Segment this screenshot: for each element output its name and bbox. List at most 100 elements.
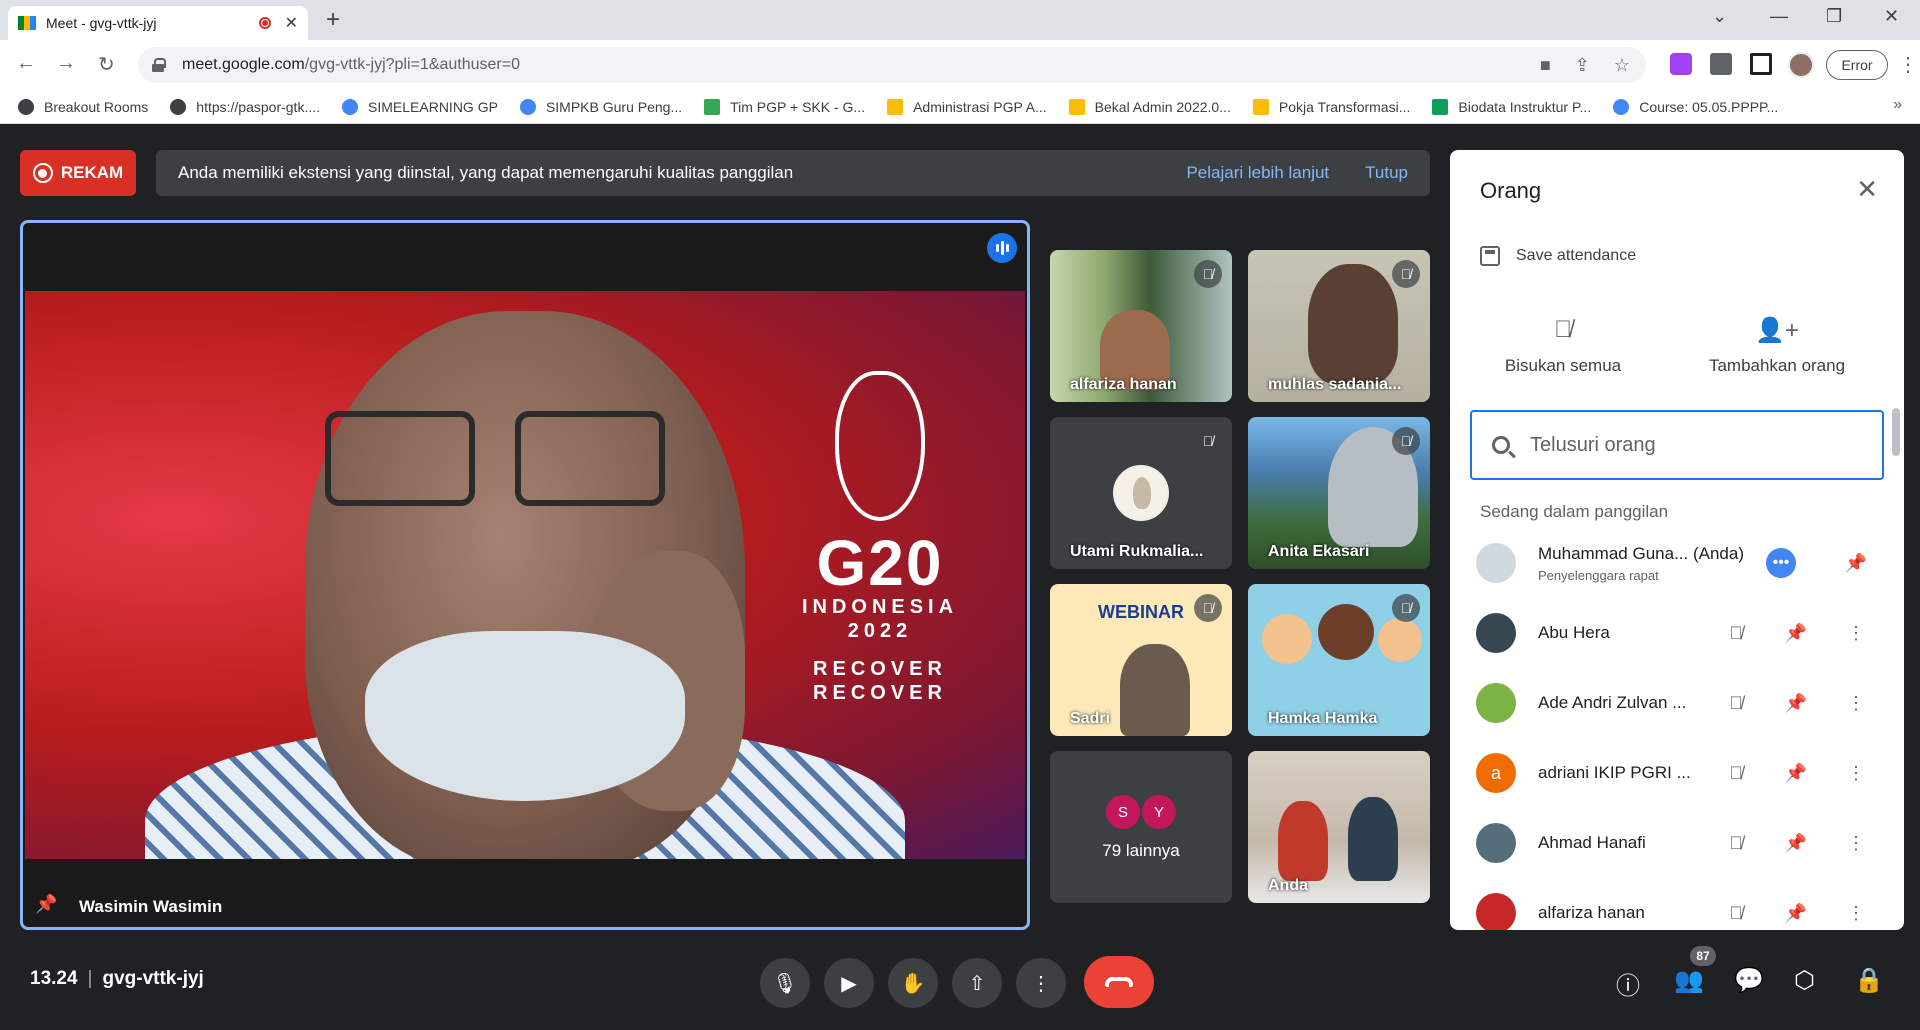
bookmark-item[interactable]: https://paspor-gtk.... [170, 98, 320, 115]
side-panel-icon[interactable] [1750, 53, 1772, 75]
self-view-tile[interactable]: Anda [1248, 751, 1430, 903]
camera-button[interactable]: ▶ [824, 958, 874, 1008]
scrollbar[interactable] [1892, 408, 1900, 456]
bookmark-item[interactable]: Pokja Transformasi... [1252, 98, 1410, 115]
avatar [1476, 893, 1516, 930]
save-attendance-button[interactable]: Save attendance [1480, 246, 1636, 266]
others-tile[interactable]: S Y 79 lainnya [1050, 751, 1232, 903]
forward-icon[interactable]: → [56, 52, 76, 75]
pin-icon[interactable]: 📌 [1826, 553, 1886, 574]
mic-off-icon: 🎙̸ [1194, 260, 1222, 288]
bookmark-item[interactable]: SIMPKB Guru Peng... [519, 98, 682, 115]
more-vert-icon[interactable]: ⋮ [1826, 833, 1886, 854]
more-options-icon[interactable]: ••• [1766, 548, 1796, 578]
bookmark-item[interactable]: Biodata Instruktur P... [1432, 98, 1591, 115]
restore-icon[interactable]: ❐ [1826, 6, 1842, 27]
more-vert-icon[interactable]: ⋮ [1826, 903, 1886, 924]
pin-icon[interactable]: 📌 [1766, 833, 1826, 854]
main-speaker-video[interactable]: G20 INDONESIA 2022 RECOVER RECOVER 📌 Was… [20, 220, 1030, 930]
bookmark-item[interactable]: Tim PGP + SKK - G... [704, 98, 865, 115]
participant-tile[interactable]: 🎙̸ Anita Ekasari [1248, 417, 1430, 569]
bookmark-item[interactable]: Bekal Admin 2022.0... [1068, 98, 1231, 115]
recording-indicator-icon [258, 17, 271, 29]
bookmark-item[interactable]: Administrasi PGP A... [887, 98, 1047, 115]
bookmark-item[interactable]: Breakout Rooms [18, 98, 148, 115]
bookmark-item[interactable]: SIMELEARNING GP [342, 98, 498, 115]
toolbar: ← → ↻ meet.google.com/gvg-vttk-jyj?pli=1… [0, 40, 1920, 90]
meeting-details-icon[interactable]: ⓘ [1616, 966, 1640, 1001]
more-vert-icon[interactable]: ⋮ [1826, 763, 1886, 784]
bookmark-icon [342, 98, 359, 115]
camera-permission-icon[interactable]: ■ [1540, 55, 1551, 76]
more-vert-icon[interactable]: ⋮ [1826, 623, 1886, 644]
avatar [1476, 823, 1516, 863]
participant-tile[interactable]: 🎙̸ Utami Rukmalia... [1050, 417, 1232, 569]
notice-close-button[interactable]: Tutup [1365, 163, 1408, 183]
mic-off-icon[interactable]: 🎙̸ [1706, 623, 1766, 644]
leave-call-button[interactable] [1084, 956, 1154, 1008]
participant-tile[interactable]: 🎙̸ muhlas sadania... [1248, 250, 1430, 402]
pin-icon[interactable]: 📌 [35, 894, 57, 915]
present-screen-button[interactable]: ⇧ [952, 958, 1002, 1008]
chat-icon[interactable]: 💬 [1734, 966, 1764, 995]
pin-icon[interactable]: 📌 [1766, 903, 1826, 924]
drive-icon [1252, 98, 1269, 115]
host-controls-icon[interactable]: 🔒 [1854, 966, 1884, 995]
mic-off-icon: 🎙̸ [1392, 260, 1420, 288]
list-item[interactable]: a adriani IKIP PGRI ... 🎙̸ 📌 ⋮ [1450, 738, 1886, 808]
others-count: 79 lainnya [1102, 841, 1180, 860]
lock-icon [152, 58, 166, 72]
list-item[interactable]: Ade Andri Zulvan ... 🎙̸ 📌 ⋮ [1450, 668, 1886, 738]
mic-off-icon[interactable]: 🎙̸ [1706, 763, 1766, 784]
more-options-button[interactable]: ⋮ [1016, 958, 1066, 1008]
minimize-icon[interactable]: — [1770, 6, 1788, 27]
add-people-button[interactable]: 👤+ Tambahkan orang [1672, 316, 1882, 376]
pin-icon[interactable]: 📌 [1766, 693, 1826, 714]
record-badge[interactable]: REKAM [20, 150, 136, 196]
list-item[interactable]: Abu Hera 🎙̸ 📌 ⋮ [1450, 598, 1886, 668]
mic-off-icon: 🎙̸ [1194, 427, 1222, 455]
list-item[interactable]: Muhammad Guna... (Anda) Penyelenggara ra… [1450, 528, 1886, 598]
list-item[interactable]: alfariza hanan 🎙̸ 📌 ⋮ [1450, 878, 1886, 930]
extensions-puzzle-icon[interactable] [1710, 53, 1732, 75]
participant-tile[interactable]: WEBINAR 🎙̸ Sadri [1050, 584, 1232, 736]
bookmark-item[interactable]: Course: 05.05.PPPP... [1613, 98, 1778, 115]
share-icon[interactable]: ⇪ [1575, 55, 1590, 76]
participant-tile[interactable]: 🎙̸ alfariza hanan [1050, 250, 1232, 402]
pin-icon[interactable]: 📌 [1766, 763, 1826, 784]
learn-more-link[interactable]: Pelajari lebih lanjut [1186, 163, 1329, 183]
tab-search-icon[interactable]: ⌄ [1712, 6, 1727, 27]
close-panel-icon[interactable]: ✕ [1856, 174, 1878, 205]
record-label: REKAM [60, 163, 124, 182]
mic-off-icon[interactable]: 🎙̸ [1706, 833, 1766, 854]
back-icon[interactable]: ← [16, 52, 36, 75]
pin-icon[interactable]: 📌 [1766, 623, 1826, 644]
close-window-icon[interactable]: ✕ [1884, 6, 1899, 27]
url-path: /gvg-vttk-jyj?pli=1&authuser=0 [304, 56, 520, 73]
avatar: a [1476, 753, 1516, 793]
new-tab-button[interactable]: + [326, 6, 340, 34]
activities-icon[interactable]: ⬡ [1794, 966, 1815, 995]
microphone-button[interactable]: 🎙 [760, 958, 810, 1008]
bookmark-star-icon[interactable]: ☆ [1614, 55, 1630, 76]
browser-tab[interactable]: Meet - gvg-vttk-jyj ✕ [8, 6, 308, 40]
drive-icon [887, 98, 904, 115]
address-bar[interactable]: meet.google.com/gvg-vttk-jyj?pli=1&authu… [138, 47, 1646, 83]
mic-off-icon[interactable]: 🎙̸ [1706, 903, 1766, 924]
people-icon[interactable]: 👥 [1674, 966, 1704, 995]
mute-all-button[interactable]: 🎙̸ Bisukan semua [1458, 316, 1668, 376]
participant-tile[interactable]: 🎙̸ Hamka Hamka [1248, 584, 1430, 736]
sync-error-button[interactable]: Error [1826, 50, 1888, 80]
extension-b-icon[interactable] [1670, 53, 1692, 75]
raise-hand-button[interactable]: ✋ [888, 958, 938, 1008]
more-vert-icon[interactable]: ⋮ [1826, 693, 1886, 714]
mic-off-icon[interactable]: 🎙̸ [1706, 693, 1766, 714]
search-input[interactable] [1530, 433, 1830, 457]
tab-close-icon[interactable]: ✕ [285, 13, 298, 33]
profile-avatar[interactable] [1788, 52, 1814, 78]
list-item[interactable]: Ahmad Hanafi 🎙̸ 📌 ⋮ [1450, 808, 1886, 878]
reload-icon[interactable]: ↻ [98, 52, 115, 77]
bookmarks-overflow-icon[interactable]: » [1893, 96, 1902, 114]
browser-menu-icon[interactable]: ⋮ [1898, 52, 1918, 77]
search-people-field[interactable] [1470, 410, 1884, 480]
